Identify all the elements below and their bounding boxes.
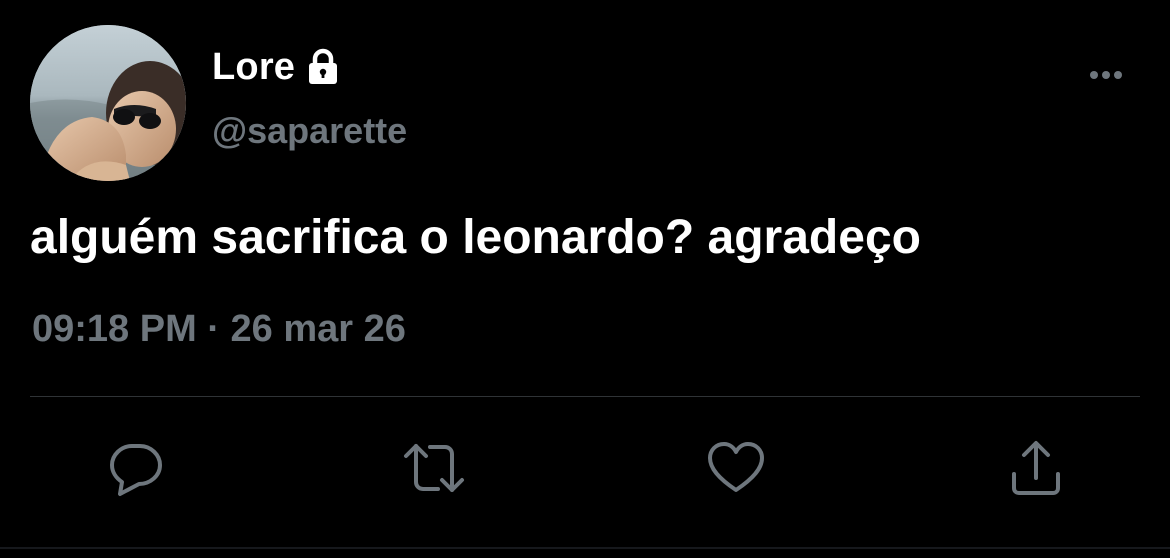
tweet-card: Lore @saparette alguém sacrifica o leona… — [0, 0, 1170, 558]
more-options-icon[interactable] — [1082, 60, 1130, 90]
retweet-icon — [404, 444, 464, 492]
lock-icon — [303, 47, 343, 87]
user-name-row[interactable]: Lore — [212, 42, 343, 92]
user-handle[interactable]: @saparette — [212, 110, 407, 152]
divider — [30, 396, 1140, 397]
tweet-timestamp[interactable]: 09:18 PM · 26 mar 26 — [32, 308, 406, 351]
avatar-photo — [30, 25, 186, 181]
share-icon — [1012, 441, 1060, 495]
share-button[interactable] — [1004, 436, 1068, 500]
reply-icon — [110, 444, 162, 496]
retweet-button[interactable] — [402, 436, 466, 500]
avatar[interactable] — [30, 25, 186, 181]
reply-button[interactable] — [104, 436, 168, 500]
display-name[interactable]: Lore — [212, 46, 295, 89]
like-button[interactable] — [704, 436, 768, 500]
like-icon — [708, 442, 764, 492]
bottom-divider — [0, 547, 1170, 549]
tweet-text: alguém sacrifica o leonardo? agradeço — [30, 211, 921, 264]
